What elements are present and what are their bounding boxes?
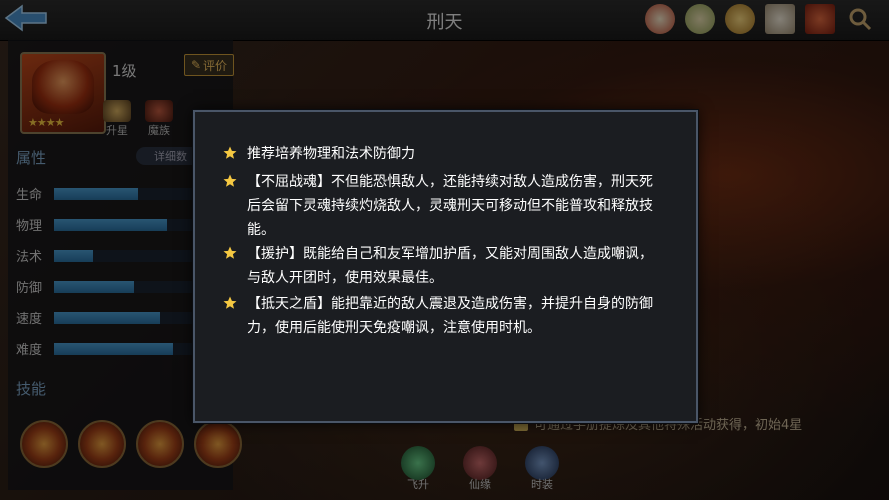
tip-text: 【不屈战魂】不但能恐惧敌人，还能持续对敌人造成伤害，刑天死后会留下灵魂持续灼烧敌… bbox=[247, 174, 653, 238]
tip-item: 【抵天之盾】能把靠近的敌人震退及造成伤害，并提升自身的防御力，使用后能使刑天免疫… bbox=[223, 292, 653, 340]
tip-item: 【不屈战魂】不但能恐惧敌人，还能持续对敌人造成伤害，刑天死后会留下灵魂持续灼烧敌… bbox=[223, 170, 653, 242]
tip-item: 推荐培养物理和法术防御力 bbox=[223, 142, 653, 166]
star-icon bbox=[223, 296, 237, 309]
tip-text: 【援护】既能给自己和友军增加护盾，又能对周围敌人造成嘲讽，与敌人开团时，使用效果… bbox=[247, 246, 653, 286]
star-icon bbox=[223, 246, 237, 259]
star-icon bbox=[223, 146, 237, 159]
tip-text: 推荐培养物理和法术防御力 bbox=[247, 146, 415, 162]
star-icon bbox=[223, 174, 237, 187]
strategy-tips-dialog: 推荐培养物理和法术防御力 【不屈战魂】不但能恐惧敌人，还能持续对敌人造成伤害，刑… bbox=[193, 110, 698, 423]
tip-text: 【抵天之盾】能把靠近的敌人震退及造成伤害，并提升自身的防御力，使用后能使刑天免疫… bbox=[247, 296, 653, 336]
tip-item: 【援护】既能给自己和友军增加护盾，又能对周围敌人造成嘲讽，与敌人开团时，使用效果… bbox=[223, 242, 653, 290]
